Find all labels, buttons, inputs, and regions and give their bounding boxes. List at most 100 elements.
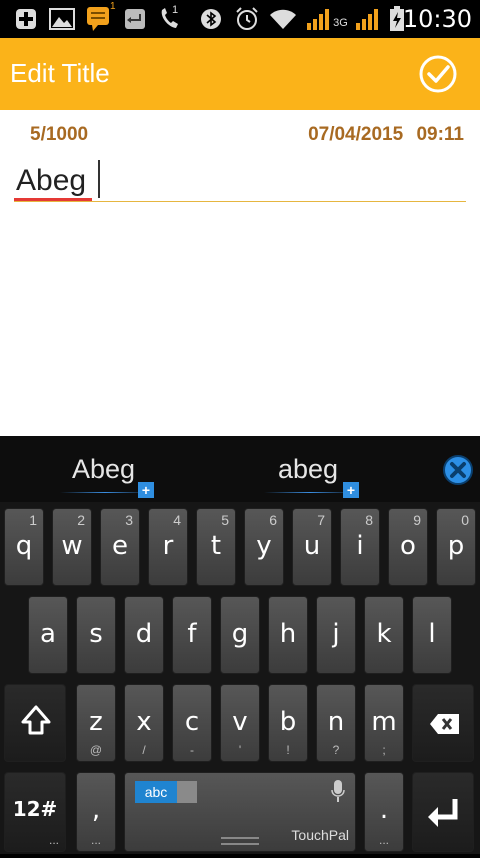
close-icon — [450, 462, 466, 478]
key-s-label: s — [89, 619, 103, 649]
character-counter: 5/1000 — [30, 124, 89, 145]
key-l[interactable]: l — [412, 596, 452, 674]
status-bar: 1 1 3G 10:30 — [0, 0, 480, 38]
key-o[interactable]: o9 — [388, 508, 428, 586]
key-v[interactable]: v ' — [220, 684, 260, 762]
key-r-secondary: 4 — [173, 512, 181, 528]
suggestion-bar: Abeg + abeg + — [0, 436, 480, 502]
key-n-label: n — [327, 707, 345, 737]
layout-icon — [177, 781, 197, 803]
key-m-label: m — [371, 707, 397, 737]
check-circle-icon — [419, 55, 457, 93]
key-c[interactable]: c- — [172, 684, 212, 762]
enter-key[interactable] — [412, 772, 474, 852]
key-e-secondary: 3 — [125, 512, 133, 528]
title-input[interactable]: Abeg — [14, 156, 466, 202]
key-p[interactable]: p0 — [436, 508, 476, 586]
key-q-secondary: 1 — [29, 512, 37, 528]
title-input-value: Abeg — [16, 164, 87, 197]
key-m[interactable]: m; — [364, 684, 404, 762]
key-y-secondary: 6 — [269, 512, 277, 528]
enter-icon — [428, 799, 458, 827]
key-u[interactable]: u7 — [292, 508, 332, 586]
key-u-secondary: 7 — [317, 512, 325, 528]
timestamp: 07/04/2015 09:11 — [308, 124, 464, 146]
suggestion-1[interactable]: Abeg — [72, 454, 135, 485]
key-u-label: u — [303, 531, 321, 561]
key-p-label: p — [447, 531, 465, 561]
notification-badge: 1 — [110, 1, 116, 12]
add-word-icon[interactable]: + — [138, 482, 154, 498]
key-j[interactable]: j — [316, 596, 356, 674]
text-cursor — [98, 160, 100, 198]
language-label: abc — [135, 781, 177, 803]
soft-keyboard: Abeg + abeg + 12# ... , ... abc TouchPal… — [0, 436, 480, 854]
key-b[interactable]: b! — [268, 684, 308, 762]
key-w[interactable]: w2 — [52, 508, 92, 586]
phone-line-label: 1 — [172, 4, 179, 16]
key-h[interactable]: h — [268, 596, 308, 674]
key-h-label: h — [279, 619, 297, 649]
editor-area: 5/1000 07/04/2015 09:11 Abeg — [0, 110, 480, 436]
space-key[interactable]: abc TouchPal — [124, 772, 356, 852]
spellcheck-underline — [14, 198, 92, 201]
key-r[interactable]: r4 — [148, 508, 188, 586]
key-g[interactable]: g — [220, 596, 260, 674]
close-suggestions-button[interactable] — [443, 455, 473, 485]
key-g-label: g — [231, 619, 249, 649]
add-word-icon[interactable]: + — [343, 482, 359, 498]
message-icon: 1 — [86, 1, 116, 31]
key-z-secondary: @ — [89, 743, 103, 757]
key-i-secondary: 8 — [365, 512, 373, 528]
network-type: 3G — [333, 17, 348, 29]
key-d-label: d — [135, 619, 153, 649]
key-k[interactable]: k — [364, 596, 404, 674]
shift-key[interactable] — [4, 684, 66, 762]
key-o-secondary: 9 — [413, 512, 421, 528]
key-v-label: v — [232, 707, 248, 737]
key-q[interactable]: q1 — [4, 508, 44, 586]
key-w-secondary: 2 — [77, 512, 85, 528]
key-x-label: x — [136, 707, 152, 737]
backspace-icon — [430, 714, 459, 734]
key-f[interactable]: f — [172, 596, 212, 674]
key-z-label: z — [89, 707, 103, 737]
clock: 10:30 — [402, 5, 472, 33]
bluetooth-icon — [199, 7, 223, 31]
key-i-label: i — [356, 531, 364, 561]
key-n[interactable]: n? — [316, 684, 356, 762]
key-q-label: q — [15, 531, 33, 561]
key-v-secondary: ' — [238, 743, 242, 757]
phone-icon: 1 — [158, 4, 184, 31]
key-i[interactable]: i8 — [340, 508, 380, 586]
key-l-label: l — [428, 619, 436, 649]
signal-icon: 3G — [304, 7, 350, 31]
key-d[interactable]: d — [124, 596, 164, 674]
key-x[interactable]: x / — [124, 684, 164, 762]
period-key[interactable]: . ... — [364, 772, 404, 852]
key-x-secondary: / — [142, 743, 146, 757]
key-n-secondary: ? — [332, 743, 340, 757]
key-a-label: a — [40, 619, 56, 649]
symbols-key[interactable]: 12# ... — [4, 772, 66, 852]
key-w-label: w — [61, 531, 83, 561]
key-t-label: t — [210, 531, 222, 561]
key-t[interactable]: t5 — [196, 508, 236, 586]
comma-key[interactable]: , ... — [76, 772, 116, 852]
key-b-label: b — [279, 707, 297, 737]
key-a[interactable]: a — [28, 596, 68, 674]
key-e[interactable]: e3 — [100, 508, 140, 586]
date-label: 07/04/2015 — [308, 124, 404, 145]
shift-icon — [21, 705, 51, 735]
key-y-label: y — [256, 531, 272, 561]
confirm-button[interactable] — [418, 54, 458, 94]
key-z[interactable]: z @ — [76, 684, 116, 762]
microphone-icon[interactable] — [331, 779, 345, 803]
add-icon — [14, 7, 38, 31]
key-y[interactable]: y6 — [244, 508, 284, 586]
suggestion-2[interactable]: abeg — [278, 454, 338, 485]
backspace-key[interactable] — [412, 684, 474, 762]
keyboard-brand: TouchPal — [291, 827, 349, 843]
action-bar: Edit Title — [0, 38, 480, 110]
key-s[interactable]: s — [76, 596, 116, 674]
